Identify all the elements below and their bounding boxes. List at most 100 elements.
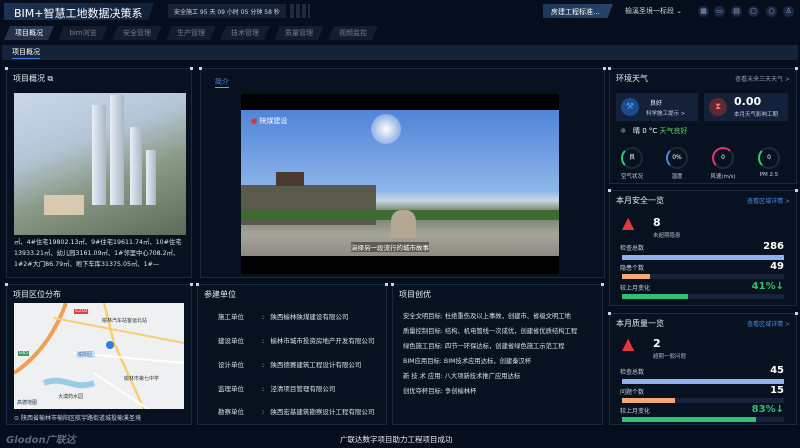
worker-icon: ⚒ <box>621 98 639 116</box>
subtab-overview[interactable]: 项目概况 <box>12 47 40 59</box>
total-label: 检查总数 <box>620 369 645 376</box>
map-label: G210 <box>74 309 89 314</box>
change-bar <box>622 417 784 422</box>
total-value: 286 <box>763 241 784 252</box>
decoration <box>290 4 310 18</box>
tab-bim[interactable]: bim浏览 <box>58 26 108 40</box>
panel-title: 项目创优 <box>399 290 431 299</box>
screen-icon[interactable]: ▭ <box>714 6 725 17</box>
change-label: 较上月变化 <box>620 408 651 415</box>
video-frame: ● 陕煤建设 演绎另一段流行的城市故事 <box>241 110 559 256</box>
video-logo: ● 陕煤建设 <box>251 117 288 125</box>
total-value: 45 <box>770 365 784 376</box>
delay-label: 本月天气影响工期 <box>734 112 779 118</box>
issues-label: 问题个数 <box>620 389 645 396</box>
goal-item: BIM应用目标: BIM技术应用达标，创建秦汉杯 <box>403 358 532 365</box>
issues-bar <box>622 274 784 279</box>
quality-panel: 本月质量一览 查看区域详情 > ▲ 2 超期一般问题 检查总数 45 问题个数 … <box>608 312 798 425</box>
unit-row: 勘察单位: 陕西宏基建筑勘察设计工程有限公司 <box>218 408 375 416</box>
location-pin-icon: ⊙ <box>14 415 20 422</box>
project-type-select[interactable]: 房建工程标准... <box>543 4 613 18</box>
settings-icon[interactable]: ○ <box>766 6 777 17</box>
gauge-label: PM 2.5 <box>759 172 779 178</box>
unit-row: 监理单位: 泾清项目管理有限公司 <box>218 385 336 393</box>
issues-bar <box>622 398 784 403</box>
map-roads <box>14 303 184 409</box>
overview-text: ㎡、4#住宅19802.13㎡、9#住宅19611.74㎡、10#住宅13933… <box>14 239 182 268</box>
safety-count-label: 未超期隐患 <box>653 233 681 239</box>
document-icon[interactable]: ▤ <box>731 6 742 17</box>
intro-panel: 简介 ● 陕煤建设 演绎另一段流行的城市故事 <box>199 67 606 278</box>
tab-safety[interactable]: 安全管理 <box>112 26 162 40</box>
weather-now: ☼ 晴 0 °C 天气良好 <box>620 127 688 135</box>
map-label: 大漠药水园 <box>58 394 84 400</box>
panel-title: 项目概况 ⧉ <box>13 74 54 83</box>
unit-row: 施工单位: 陕西榆林陕煤建设有限公司 <box>218 313 349 321</box>
overview-panel: 项目概况 ⧉ ㎡、4#住宅19802.13㎡、9#住宅19611.74㎡、10#… <box>5 67 193 278</box>
change-bar <box>622 294 784 299</box>
change-label: 较上月变化 <box>620 285 651 292</box>
apps-icon[interactable]: ▦ <box>698 6 709 17</box>
video-subtitle: 演绎另一段流行的城市故事 <box>351 242 429 252</box>
app-title: BIM+智慧工地数据决策系统 <box>4 3 154 20</box>
tab-video[interactable]: 视频监控 <box>328 26 378 40</box>
safety-detail-link[interactable]: 查看区域详情 > <box>747 196 790 205</box>
forecast-link[interactable]: 查看未来三天天气 > <box>735 74 790 83</box>
weather-panel: 环境天气 查看未来三天天气 > ⚒ 良好 科学施工提示 > ⧗ 0.00 本月天… <box>608 67 798 184</box>
safety-panel: 本月安全一览 查看区域详情 > ▲ 8 未超期隐患 检查总数 286 隐患个数 … <box>608 189 798 306</box>
goal-item: 创优夺杯目标: 争创榆林杯 <box>403 388 477 395</box>
tab-overview[interactable]: 项目概况 <box>4 26 54 40</box>
footer: Glodon广联达 广联达数字项目助力工程项目成功 <box>0 428 800 448</box>
map-label: 榆阳区 <box>76 351 96 358</box>
total-bar <box>622 379 784 384</box>
section-select[interactable]: 榆溪圣境一标段 ⌄ <box>625 6 682 16</box>
tab-quality[interactable]: 质量管理 <box>274 26 324 40</box>
panel-title: 本月质量一览 <box>616 319 664 328</box>
map-label: G65 <box>18 351 30 356</box>
delay-card: ⧗ 0.00 本月天气影响工期 <box>704 93 788 121</box>
warning-icon: ▲ <box>622 334 635 353</box>
safety-count: 8 <box>653 216 661 229</box>
building-image <box>14 93 186 235</box>
video-player[interactable]: ● 陕煤建设 演绎另一段流行的城市故事 <box>241 94 559 274</box>
issues-value: 15 <box>770 385 784 396</box>
subtab-bar <box>2 45 798 60</box>
total-label: 检查总数 <box>620 245 645 252</box>
tab-production[interactable]: 生产管理 <box>166 26 216 40</box>
map[interactable]: 榆林汽车站客运北站 榆阳区 榆林市第七中学 大漠药水园 G210 G65 高德地… <box>14 303 184 409</box>
excellence-panel: 项目创优 安全文明目标: 杜绝重伤及以上事故，创建市、省级文明工地 质量控制目标… <box>391 283 604 425</box>
safety-timer: 安全施工 95 天 09 小时 05 分钟 58 秒 <box>168 4 286 18</box>
footer-slogan: 广联达数字项目助力工程项目成功 <box>340 435 453 444</box>
chevron-down-icon: ⌄ <box>676 7 683 15</box>
construction-tip-card[interactable]: ⚒ 良好 科学施工提示 > <box>616 93 698 121</box>
quality-count: 2 <box>653 337 661 350</box>
panel-title: 项目区位分布 <box>13 290 61 299</box>
glodon-logo: Glodon广联达 <box>6 435 76 446</box>
user-icon[interactable]: ♙ <box>783 6 794 17</box>
tab-intro[interactable]: 简介 <box>215 77 229 88</box>
tab-technical[interactable]: 技术管理 <box>220 26 270 40</box>
pm25-gauge: 0 <box>758 147 780 169</box>
goal-item: 新 技 术 应用: 八大项新技术推广应用达标 <box>403 373 521 380</box>
issues-value: 49 <box>770 261 784 272</box>
gauge-label: 风速(m/s) <box>710 174 736 180</box>
quality-count-label: 超期一般问题 <box>653 354 687 360</box>
air-gauge: 良 <box>621 147 643 169</box>
change-value: 41%↓ <box>751 281 784 292</box>
section-label: 榆溪圣境一标段 <box>625 7 674 15</box>
panel-title: 环境天气 <box>616 74 648 83</box>
change-value: 83%↓ <box>751 404 784 415</box>
amap-logo: 高德地图 <box>17 400 38 406</box>
panel-title: 本月安全一览 <box>616 196 664 205</box>
map-label: 榆林市第七中学 <box>124 376 160 382</box>
delay-value: 0.00 <box>734 95 762 108</box>
map-label: 榆林汽车站客运北站 <box>102 318 148 324</box>
message-icon[interactable]: ▢ <box>748 6 759 17</box>
location-panel: 项目区位分布 榆林汽车站客运北站 榆阳区 榆林市第七中学 大漠药水园 G210 … <box>5 283 193 425</box>
tip-link[interactable]: 科学施工提示 > <box>646 109 685 117</box>
panel-title: 参建单位 <box>204 290 236 299</box>
external-link-icon[interactable]: ⧉ <box>48 74 54 83</box>
sun-icon: ☼ <box>620 127 627 135</box>
quality-detail-link[interactable]: 查看区域详情 > <box>747 319 790 328</box>
goal-item: 安全文明目标: 杜绝重伤及以上事故，创建市、省级文明工地 <box>403 313 571 320</box>
